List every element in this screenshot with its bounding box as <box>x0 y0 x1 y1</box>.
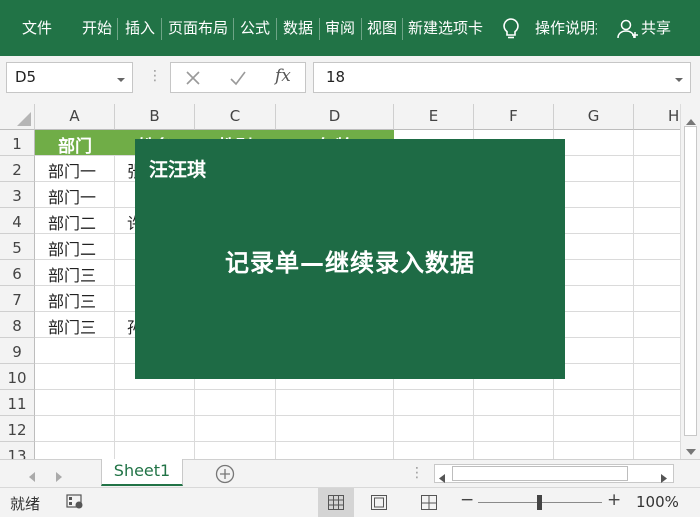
overlay-author: 汪汪琪 <box>149 159 207 181</box>
share-button[interactable]: 共享 <box>641 0 671 56</box>
tab-new-tab[interactable]: 新建选项卡 <box>408 0 483 56</box>
horizontal-scrollbar[interactable] <box>434 464 674 483</box>
overlay-title: 记录单—继续录入数据 <box>225 249 475 277</box>
ribbon-separator <box>402 18 403 40</box>
add-sheet-icon[interactable] <box>215 464 235 488</box>
ribbon-separator <box>161 18 162 40</box>
sheet-tabs-bar: Sheet1 ⋮ <box>0 459 700 487</box>
cell-a6[interactable]: 部门三 <box>48 262 96 286</box>
tab-home[interactable]: 开始 <box>82 0 112 56</box>
row-header-7[interactable]: 7 <box>0 286 35 312</box>
status-bar: 就绪 − + 100% <box>0 487 700 517</box>
macro-record-icon[interactable] <box>66 494 84 514</box>
grip-icon: ⋮ <box>410 465 424 481</box>
select-all-corner[interactable] <box>0 104 35 130</box>
page-layout-view-icon[interactable] <box>371 495 387 514</box>
column-header-g[interactable]: G <box>554 104 634 130</box>
row-header-9[interactable]: 9 <box>0 338 35 364</box>
lightbulb-icon[interactable] <box>501 17 521 45</box>
vertical-scrollbar[interactable] <box>680 104 700 459</box>
tell-me-search[interactable]: 操作说明搜索 <box>535 0 597 56</box>
zoom-out-icon[interactable]: − <box>460 490 474 510</box>
cell-a2[interactable]: 部门一 <box>48 158 96 182</box>
cancel-icon[interactable] <box>184 69 202 91</box>
row-header-5[interactable]: 5 <box>0 234 35 260</box>
scroll-right-icon[interactable] <box>660 469 667 487</box>
column-header-f[interactable]: F <box>474 104 554 130</box>
title-overlay: 汪汪琪 记录单—继续录入数据 <box>135 139 565 379</box>
tab-insert[interactable]: 插入 <box>125 0 155 56</box>
cell-a7[interactable]: 部门三 <box>48 288 96 312</box>
zoom-level[interactable]: 100% <box>636 493 679 511</box>
row-header-8[interactable]: 8 <box>0 312 35 338</box>
vertical-scroll-thumb[interactable] <box>684 126 697 436</box>
row-header-3[interactable]: 3 <box>0 182 35 208</box>
tab-scroll-right-icon[interactable] <box>55 468 63 486</box>
tab-file[interactable]: 文件 <box>22 0 52 56</box>
zoom-in-icon[interactable]: + <box>607 490 621 510</box>
formula-buttons: fx <box>170 62 306 93</box>
cell-a1[interactable]: 部门 <box>35 132 115 157</box>
name-box[interactable]: D5 <box>6 62 133 93</box>
formula-value: 18 <box>326 68 346 86</box>
tab-formulas[interactable]: 公式 <box>240 0 270 56</box>
ribbon-separator <box>233 18 234 40</box>
tab-scroll-left-icon[interactable] <box>28 468 36 486</box>
grip-icon: ⋮ <box>148 68 162 84</box>
page-break-view-icon[interactable] <box>421 495 437 514</box>
column-header-d[interactable]: D <box>276 104 394 130</box>
cell-a8[interactable]: 部门三 <box>48 314 96 338</box>
status-ready: 就绪 <box>10 495 41 513</box>
row-header-4[interactable]: 4 <box>0 208 35 234</box>
row-header-1[interactable]: 1 <box>0 130 35 156</box>
row-header-12[interactable]: 12 <box>0 416 35 442</box>
row-header-10[interactable]: 10 <box>0 364 35 390</box>
column-header-e[interactable]: E <box>394 104 474 130</box>
scroll-down-icon[interactable] <box>686 442 696 459</box>
enter-check-icon[interactable] <box>229 69 247 91</box>
normal-view-button[interactable] <box>318 488 354 517</box>
column-header-a[interactable]: A <box>35 104 115 130</box>
grid-view-icon <box>328 495 344 510</box>
tab-view[interactable]: 视图 <box>367 0 397 56</box>
formula-input[interactable]: 18 <box>313 62 691 93</box>
row-header-11[interactable]: 11 <box>0 390 35 416</box>
person-icon <box>617 18 639 44</box>
row-header-13[interactable]: 13 <box>0 442 35 459</box>
ribbon: 文件 开始 插入 页面布局 公式 数据 审阅 视图 新建选项卡 操作说明搜索 共… <box>0 0 700 56</box>
tab-data[interactable]: 数据 <box>283 0 313 56</box>
column-header-b[interactable]: B <box>115 104 195 130</box>
row-header-6[interactable]: 6 <box>0 260 35 286</box>
cell-a4[interactable]: 部门二 <box>48 210 96 234</box>
ribbon-separator <box>361 18 362 40</box>
chevron-down-icon[interactable] <box>674 71 684 89</box>
sheet-tab-sheet1[interactable]: Sheet1 <box>101 459 183 486</box>
cell-a5[interactable]: 部门二 <box>48 236 96 260</box>
ribbon-separator <box>117 18 118 40</box>
horizontal-scroll-thumb[interactable] <box>452 466 628 481</box>
ribbon-separator <box>276 18 277 40</box>
row-header-2[interactable]: 2 <box>0 156 35 182</box>
column-header-c[interactable]: C <box>195 104 276 130</box>
chevron-down-icon[interactable] <box>116 71 126 89</box>
cell-a3[interactable]: 部门一 <box>48 184 96 208</box>
formula-bar-row: D5 ⋮ fx 18 <box>0 56 700 104</box>
insert-function-icon[interactable]: fx <box>275 66 291 86</box>
tab-review[interactable]: 审阅 <box>325 0 355 56</box>
zoom-slider-thumb[interactable] <box>537 495 542 510</box>
ribbon-separator <box>319 18 320 40</box>
scroll-left-icon[interactable] <box>439 469 446 487</box>
name-box-value: D5 <box>15 68 37 86</box>
tab-page-layout[interactable]: 页面布局 <box>168 0 228 56</box>
